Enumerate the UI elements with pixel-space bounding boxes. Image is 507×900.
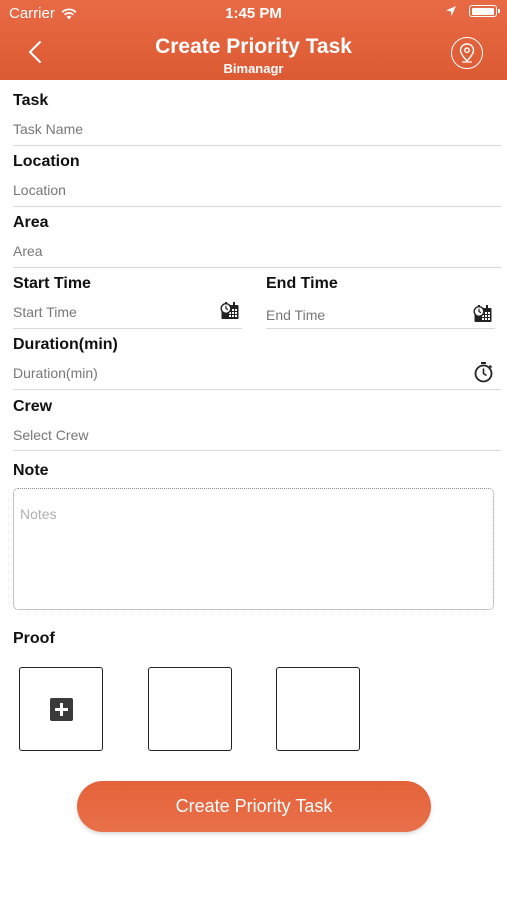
- area-input[interactable]: [13, 241, 493, 261]
- map-pin-button[interactable]: [451, 37, 483, 69]
- map-pin-icon: [459, 43, 475, 63]
- start-time-label: Start Time: [13, 275, 91, 292]
- proof-slot[interactable]: [276, 667, 360, 751]
- location-label: Location: [13, 153, 80, 170]
- plus-icon: [50, 698, 73, 721]
- create-priority-task-button[interactable]: Create Priority Task: [77, 781, 431, 832]
- location-arrow-icon: [446, 6, 456, 16]
- proof-field: Proof: [13, 629, 55, 649]
- start-time-input[interactable]: [13, 302, 213, 322]
- divider: [13, 206, 501, 207]
- select-crew-input[interactable]: [13, 425, 493, 445]
- proof-slot[interactable]: [148, 667, 232, 751]
- start-time-field: Start Time: [13, 274, 213, 322]
- proof-label: Proof: [13, 630, 55, 647]
- notes-textarea[interactable]: [13, 488, 494, 610]
- area-label: Area: [13, 214, 49, 231]
- crew-label: Crew: [13, 398, 53, 415]
- task-field: Task: [13, 91, 493, 139]
- divider: [13, 389, 501, 390]
- location-input[interactable]: [13, 180, 493, 200]
- status-time: 1:45 PM: [225, 5, 282, 22]
- note-field: Note: [13, 461, 49, 481]
- stopwatch-icon[interactable]: [473, 361, 494, 383]
- task-name-input[interactable]: [13, 119, 493, 139]
- task-label: Task: [13, 92, 49, 109]
- duration-input[interactable]: [13, 363, 453, 383]
- back-button[interactable]: [20, 36, 50, 68]
- duration-field: Duration(min): [13, 335, 453, 383]
- add-proof-button[interactable]: [19, 667, 103, 751]
- battery-icon: [469, 5, 500, 17]
- area-field: Area: [13, 213, 493, 261]
- end-time-calendar-icon[interactable]: [473, 303, 493, 323]
- status-bar: Carrier 1:45 PM: [0, 0, 507, 28]
- duration-label: Duration(min): [13, 336, 118, 353]
- note-label: Note: [13, 462, 49, 479]
- divider: [13, 450, 501, 451]
- end-time-field: End Time: [266, 274, 466, 325]
- end-time-input[interactable]: [266, 305, 466, 325]
- page-subtitle: Bimanagr: [223, 61, 284, 76]
- divider: [13, 145, 501, 146]
- end-time-label: End Time: [266, 275, 338, 292]
- start-time-calendar-icon[interactable]: [220, 300, 240, 320]
- chevron-left-icon: [29, 41, 41, 63]
- page-title: Create Priority Task: [155, 35, 352, 58]
- divider: [13, 328, 242, 329]
- divider: [13, 267, 501, 268]
- location-field: Location: [13, 152, 493, 200]
- nav-header: Carrier 1:45 PM Create Priority Task Bim…: [0, 0, 507, 80]
- crew-field: Crew: [13, 397, 493, 445]
- divider: [266, 328, 495, 329]
